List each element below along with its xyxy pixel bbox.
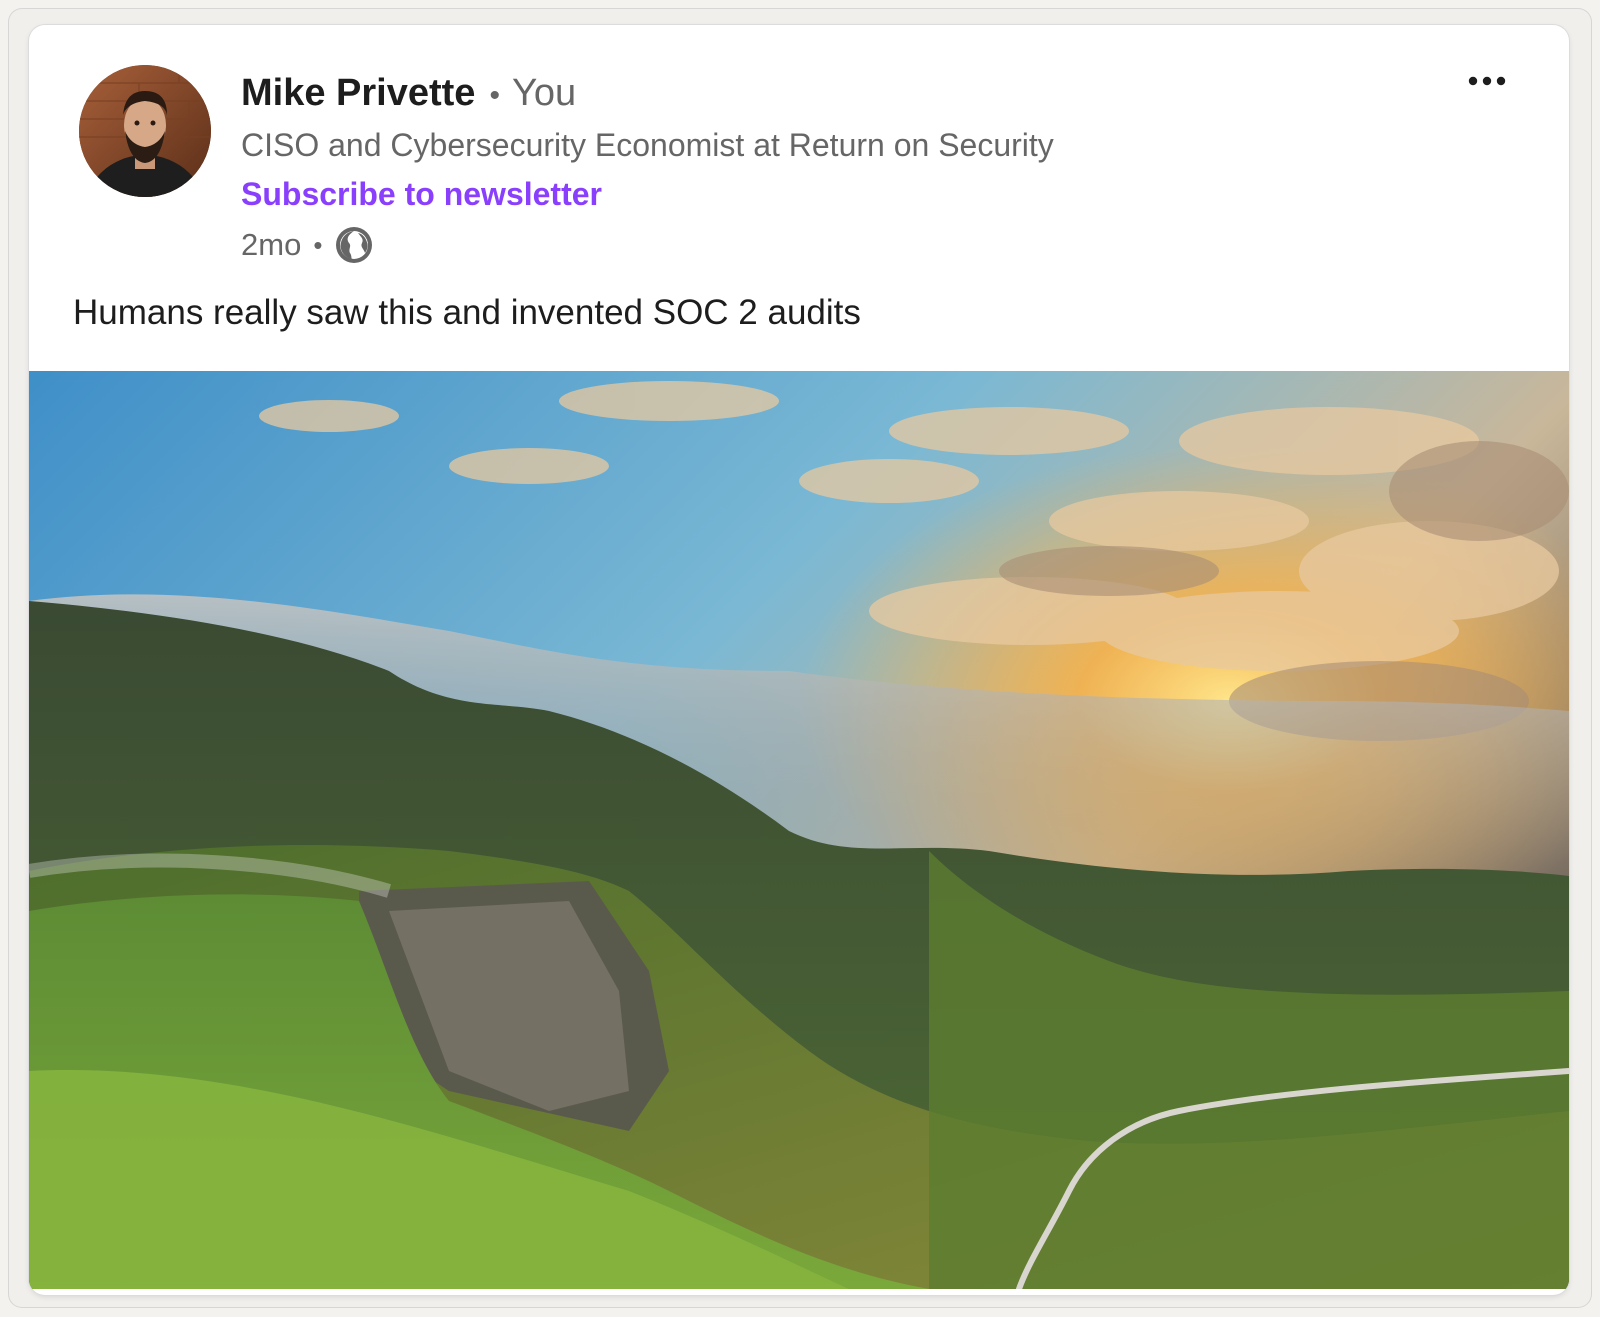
post-meta: 2mo • [241,220,1054,270]
globe-icon [334,225,374,265]
author-headline: CISO and Cybersecurity Economist at Retu… [241,127,1054,163]
avatar[interactable] [79,65,211,197]
subscribe-newsletter-link[interactable]: Subscribe to newsletter [241,170,1054,218]
more-options-button[interactable] [1459,61,1515,101]
name-separator: • [489,79,500,112]
post-timestamp: 2mo [241,227,302,262]
more-horizontal-icon [1468,76,1506,86]
author-name-line: Mike Privette • You [241,69,1054,120]
author-name[interactable]: Mike Privette [241,72,475,114]
author-block: Mike Privette • You CISO and Cybersecurity… [241,69,1054,270]
post-image[interactable] [29,371,1569,1289]
post-text: Humans really saw this and invented SOC … [73,293,861,332]
avatar-photo [79,65,211,197]
landscape-photo [29,371,1569,1289]
feed-post-card: Mike Privette • You CISO and Cybersecurity… [29,25,1569,1295]
meta-separator: • [313,230,323,260]
relation-label: You [511,72,577,114]
